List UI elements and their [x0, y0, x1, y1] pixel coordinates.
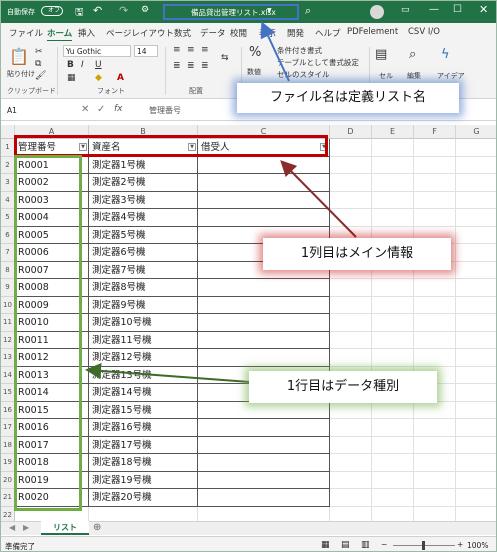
header-row-callout: 1列目はメイン情報 — [263, 238, 451, 270]
key-column-arrow — [85, 362, 264, 384]
key-column-callout: 1行目はデータ種別 — [249, 371, 437, 403]
filename-arrow — [260, 21, 290, 82]
filename-callout: ファイル名は定義リスト名 — [237, 83, 459, 113]
header-row-arrow — [280, 160, 357, 238]
excel-window: 自動保存 オフ 🖫 ↶ ↷ ⚙ 備品貸出管理リスト.xlsx ▼ ⌕ ▭ — ☐… — [0, 0, 497, 552]
